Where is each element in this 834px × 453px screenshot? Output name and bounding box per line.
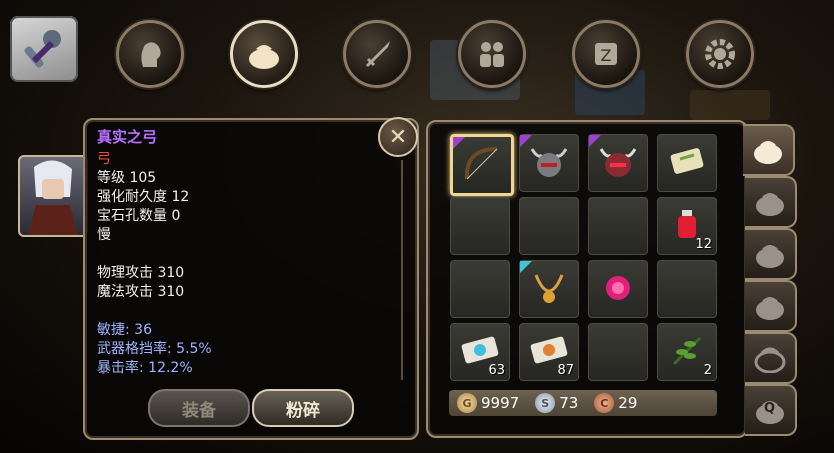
inventory-slot[interactable] — [657, 134, 717, 192]
gold-necklace-icon — [528, 267, 570, 309]
bag-icon — [249, 45, 279, 69]
character-avatar[interactable] — [18, 155, 88, 237]
inventory-slot[interactable] — [450, 260, 510, 318]
item-info-panel: 真实之弓 弓 等级 105 强化耐久度 12 宝石孔数量 0 慢 物理攻击 31… — [83, 118, 419, 440]
background-scenery — [690, 90, 770, 120]
smash-button[interactable]: 粉碎 — [252, 389, 354, 427]
tab-quests[interactable]: Z — [572, 20, 640, 88]
inventory-slot[interactable] — [519, 197, 579, 255]
friends-icon — [480, 42, 504, 67]
empty-bag-icon — [754, 347, 786, 373]
inventory-slot[interactable] — [519, 260, 579, 318]
close-icon: ✕ — [388, 124, 408, 150]
item-speed: 慢 — [97, 227, 111, 243]
item-type: 弓 — [97, 151, 111, 167]
hero-portrait-icon — [28, 160, 78, 235]
item-crit-rate: 暴击率: 12.2% — [97, 360, 193, 376]
item-quantity: 63 — [488, 363, 505, 378]
inventory-slot[interactable] — [588, 197, 648, 255]
bag-icon — [756, 245, 784, 268]
inventory-slot[interactable]: 87 — [519, 323, 579, 381]
sword-icon — [366, 41, 390, 67]
bag-tab-2[interactable] — [745, 176, 797, 228]
item-name: 真实之弓 — [97, 128, 158, 146]
quest-bag-label: Q — [764, 401, 776, 416]
tab-character[interactable] — [116, 20, 184, 88]
settings-wrench-button[interactable] — [10, 16, 78, 82]
bag-tab-quest[interactable]: Q — [745, 384, 797, 436]
gold-coin-icon: G — [457, 393, 477, 413]
equip-button[interactable]: 装备 — [148, 389, 250, 427]
tab-skills[interactable] — [343, 20, 411, 88]
horned-helmet-icon — [528, 141, 570, 183]
gear-icon — [705, 39, 735, 69]
inventory-slot[interactable]: 12 — [657, 197, 717, 255]
bag-tab-3[interactable] — [745, 228, 797, 280]
inventory-slot[interactable] — [450, 197, 510, 255]
bow-icon — [461, 143, 503, 185]
currency-bar: G 9997 S 73 C 29 — [449, 390, 717, 416]
item-quantity: 87 — [557, 363, 574, 378]
tab-social[interactable] — [458, 20, 526, 88]
inventory-slot[interactable] — [657, 260, 717, 318]
close-button[interactable]: ✕ — [378, 117, 418, 157]
bag-icon — [754, 141, 782, 164]
copper-amount: 29 — [618, 394, 638, 412]
item-magic-attack: 魔法攻击 310 — [97, 284, 185, 300]
details-scrollbar[interactable] — [401, 160, 403, 380]
item-details[interactable]: 真实之弓 弓 等级 105 强化耐久度 12 宝石孔数量 0 慢 物理攻击 31… — [97, 128, 397, 386]
green-herb-icon — [666, 330, 708, 372]
item-gem-slots: 宝石孔数量 0 — [97, 208, 181, 224]
pink-gem-icon — [597, 267, 639, 309]
silver-amount: 73 — [559, 394, 579, 412]
bag-icon — [756, 193, 784, 216]
inventory-slot[interactable] — [588, 323, 648, 381]
inventory-slot[interactable] — [450, 134, 514, 196]
gold-amount: 9997 — [481, 394, 520, 412]
wrench-icon — [24, 30, 61, 68]
tab-settings[interactable] — [686, 20, 754, 88]
inventory-slot[interactable]: 2 — [657, 323, 717, 381]
inventory-slot[interactable] — [588, 260, 648, 318]
item-phys-attack: 物理攻击 310 — [97, 265, 185, 281]
scroll-icon — [666, 141, 708, 183]
silver-coin-icon: S — [535, 393, 556, 413]
item-durability: 强化耐久度 12 — [97, 189, 190, 205]
inventory-slot[interactable] — [519, 134, 579, 192]
tab-inventory[interactable] — [230, 20, 298, 88]
inventory-slot[interactable] — [588, 134, 648, 192]
item-quantity: 12 — [695, 237, 712, 252]
head-icon — [141, 42, 161, 67]
bag-tab-4[interactable] — [745, 280, 797, 332]
item-block-rate: 武器格挡率: 5.5% — [97, 341, 212, 357]
item-agility: 敏捷: 36 — [97, 322, 152, 338]
copper-coin-icon: C — [594, 393, 615, 413]
item-level: 等级 105 — [97, 170, 157, 186]
bag-tab-5[interactable] — [745, 332, 797, 384]
quest-scroll-icon: Z — [595, 43, 617, 65]
inventory-slot[interactable]: 63 — [450, 323, 510, 381]
bag-icon — [756, 297, 784, 320]
red-horned-helmet-icon — [597, 141, 639, 183]
item-quantity: 2 — [703, 363, 712, 378]
svg-text:Z: Z — [601, 46, 612, 65]
bag-tab-1[interactable] — [743, 124, 795, 176]
